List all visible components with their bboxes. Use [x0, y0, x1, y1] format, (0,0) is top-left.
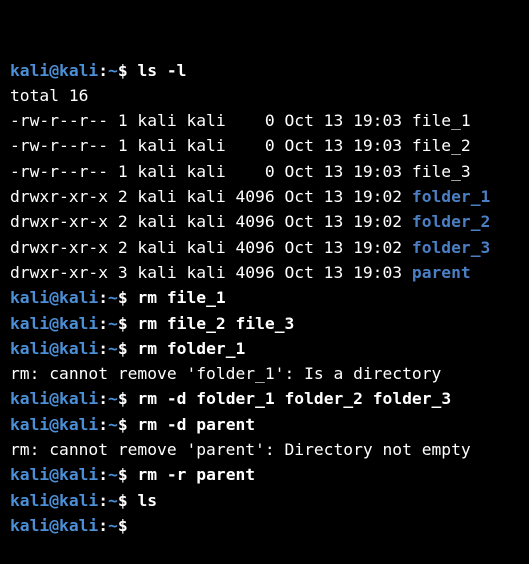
- prompt-separator: :: [98, 313, 109, 333]
- command-text: rm -d folder_1 folder_2 folder_3: [127, 389, 452, 409]
- entry-metadata: -rw-r--r-- 1 kali kali 0 Oct 13 19:03: [10, 161, 412, 181]
- entry-metadata: drwxr-xr-x 2 kali kali 4096 Oct 13 19:02: [10, 187, 412, 207]
- directory-name: folder_1: [411, 187, 491, 207]
- listing-entry: -rw-r--r-- 1 kali kali 0 Oct 13 19:03 fi…: [10, 108, 529, 133]
- prompt-symbol: $: [117, 465, 128, 485]
- prompt-path: ~: [108, 515, 118, 535]
- prompt-path: ~: [108, 389, 118, 409]
- listing-entry: -rw-r--r-- 1 kali kali 0 Oct 13 19:03 fi…: [10, 133, 529, 158]
- output-line: rm: cannot remove 'folder_1': Is a direc…: [10, 361, 529, 386]
- prompt-separator: :: [98, 288, 109, 308]
- output-text: total 16: [10, 85, 89, 105]
- prompt-user-host: kali@kali: [10, 60, 99, 80]
- prompt-line: kali@kali:~$ rm folder_1: [10, 336, 529, 361]
- prompt-separator: :: [98, 490, 109, 510]
- prompt-path: ~: [108, 338, 118, 358]
- command-text: rm -r parent: [127, 465, 256, 485]
- output-line: total 16: [10, 83, 529, 108]
- command-text: ls: [127, 490, 158, 510]
- prompt-separator: :: [98, 465, 109, 485]
- prompt-separator: :: [98, 338, 109, 358]
- prompt-user-host: kali@kali: [10, 389, 99, 409]
- command-text: rm file_2 file_3: [127, 313, 295, 333]
- command-text: rm -d parent: [127, 414, 256, 434]
- prompt-user-host: kali@kali: [10, 288, 99, 308]
- prompt-user-host: kali@kali: [10, 515, 99, 535]
- command-text: rm folder_1: [127, 338, 246, 358]
- prompt-symbol: $: [117, 313, 128, 333]
- prompt-symbol: $: [117, 515, 128, 535]
- output-text: rm: cannot remove 'folder_1': Is a direc…: [10, 364, 442, 384]
- entry-metadata: -rw-r--r-- 1 kali kali 0 Oct 13 19:03: [10, 111, 412, 131]
- directory-name: folder_2: [411, 212, 491, 232]
- prompt-user-host: kali@kali: [10, 338, 99, 358]
- prompt-separator: :: [98, 515, 109, 535]
- output-text: rm: cannot remove 'parent': Directory no…: [10, 440, 471, 460]
- active-prompt-line[interactable]: kali@kali:~$: [10, 513, 529, 538]
- listing-entry: -rw-r--r-- 1 kali kali 0 Oct 13 19:03 fi…: [10, 159, 529, 184]
- listing-entry: drwxr-xr-x 2 kali kali 4096 Oct 13 19:02…: [10, 184, 529, 209]
- entry-metadata: -rw-r--r-- 1 kali kali 0 Oct 13 19:03: [10, 136, 412, 156]
- prompt-path: ~: [108, 313, 118, 333]
- prompt-line: kali@kali:~$ rm file_1: [10, 285, 529, 310]
- prompt-symbol: $: [117, 414, 128, 434]
- prompt-symbol: $: [117, 338, 128, 358]
- prompt-line: kali@kali:~$ rm -d parent: [10, 412, 529, 437]
- prompt-user-host: kali@kali: [10, 313, 99, 333]
- directory-name: parent: [411, 262, 471, 282]
- prompt-path: ~: [108, 490, 118, 510]
- listing-entry: drwxr-xr-x 2 kali kali 4096 Oct 13 19:02…: [10, 209, 529, 234]
- terminal-window[interactable]: kali@kali:~$ ls -l total 16 -rw-r--r-- 1 k…: [0, 0, 529, 535]
- prompt-path: ~: [108, 288, 118, 308]
- terminal-output: kali@kali:~$ ls -l total 16 -rw-r--r-- 1 k…: [10, 58, 529, 539]
- prompt-separator: :: [98, 389, 109, 409]
- prompt-separator: :: [98, 60, 109, 80]
- prompt-symbol: $: [117, 288, 128, 308]
- prompt-line: kali@kali:~$ rm -r parent: [10, 462, 529, 487]
- command-text: ls -l: [127, 60, 187, 80]
- output-line: rm: cannot remove 'parent': Directory no…: [10, 437, 529, 462]
- prompt-symbol: $: [117, 60, 128, 80]
- prompt-user-host: kali@kali: [10, 465, 99, 485]
- file-name: file_2: [411, 136, 471, 156]
- prompt-line: kali@kali:~$ rm -d folder_1 folder_2 fol…: [10, 386, 529, 411]
- prompt-path: ~: [108, 465, 118, 485]
- prompt-line: kali@kali:~$ rm file_2 file_3: [10, 311, 529, 336]
- listing-entry: drwxr-xr-x 2 kali kali 4096 Oct 13 19:02…: [10, 235, 529, 260]
- entry-metadata: drwxr-xr-x 3 kali kali 4096 Oct 13 19:03: [10, 262, 412, 282]
- prompt-path: ~: [108, 414, 118, 434]
- prompt-user-host: kali@kali: [10, 414, 99, 434]
- file-name: file_3: [411, 161, 471, 181]
- prompt-user-host: kali@kali: [10, 490, 99, 510]
- prompt-symbol: $: [117, 389, 128, 409]
- prompt-symbol: $: [117, 490, 128, 510]
- prompt-line: kali@kali:~$ ls -l: [10, 58, 529, 83]
- file-name: file_1: [411, 111, 471, 131]
- directory-name: folder_3: [411, 237, 491, 257]
- entry-metadata: drwxr-xr-x 2 kali kali 4096 Oct 13 19:02: [10, 237, 412, 257]
- prompt-separator: :: [98, 414, 109, 434]
- listing-entry: drwxr-xr-x 3 kali kali 4096 Oct 13 19:03…: [10, 260, 529, 285]
- prompt-path: ~: [108, 60, 118, 80]
- entry-metadata: drwxr-xr-x 2 kali kali 4096 Oct 13 19:02: [10, 212, 412, 232]
- command-text: rm file_1: [127, 288, 226, 308]
- prompt-line: kali@kali:~$ ls: [10, 488, 529, 513]
